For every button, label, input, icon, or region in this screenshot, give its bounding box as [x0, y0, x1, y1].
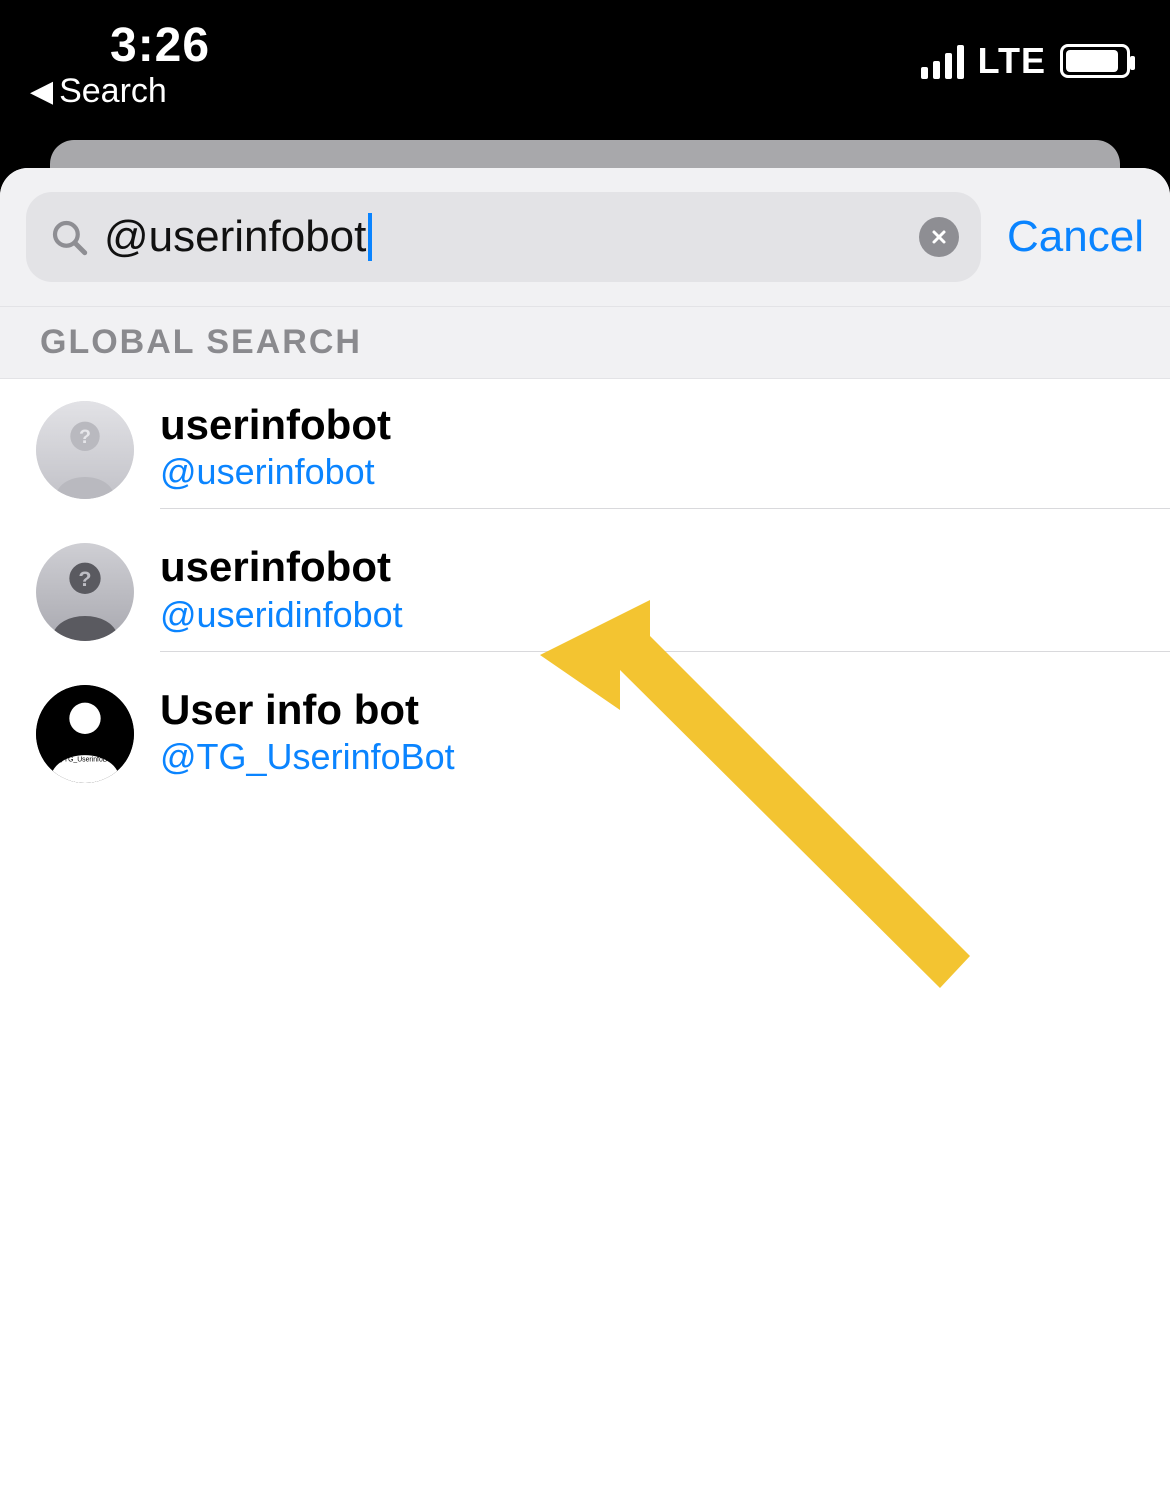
avatar: @TG_UserinfoBot [36, 685, 134, 783]
search-header: @userinfobot Cancel [0, 168, 1170, 307]
result-name: User info bot [160, 686, 1150, 734]
search-icon [48, 216, 90, 258]
cellular-signal-icon [921, 43, 964, 79]
text-caret [368, 213, 372, 261]
search-result-row[interactable]: ? userinfobot @userinfobot [0, 379, 1170, 521]
clear-search-button[interactable] [919, 217, 959, 257]
back-caret-icon: ◀ [30, 77, 53, 107]
avatar: ? [36, 543, 134, 641]
search-results: ? userinfobot @userinfobot [0, 379, 1170, 805]
search-input[interactable]: @userinfobot [104, 192, 905, 282]
result-name: userinfobot [160, 543, 1150, 591]
close-icon [929, 227, 949, 247]
result-handle: @TG_UserinfoBot [160, 734, 1150, 779]
result-handle: @userinfobot [160, 449, 1150, 494]
avatar: ? [36, 401, 134, 499]
status-bar: 3:26 LTE ◀ Search [0, 0, 1170, 115]
svg-text:?: ? [78, 567, 91, 592]
global-search-section-header: GLOBAL SEARCH [0, 307, 1170, 379]
network-label: LTE [978, 40, 1046, 82]
status-right: LTE [921, 40, 1130, 82]
battery-icon [1060, 44, 1130, 78]
status-time: 3:26 [110, 18, 210, 73]
search-field[interactable]: @userinfobot [26, 192, 981, 282]
avatar-placeholder-icon: ? [36, 543, 134, 641]
search-input-value: @userinfobot [104, 212, 366, 262]
search-result-row[interactable]: ? userinfobot @useridinfobot [0, 521, 1170, 663]
cancel-button[interactable]: Cancel [1007, 212, 1144, 262]
search-result-row[interactable]: @TG_UserinfoBot User info bot @TG_Userin… [0, 664, 1170, 805]
avatar-caption: @TG_UserinfoBot [57, 757, 113, 764]
svg-text:?: ? [79, 426, 91, 448]
avatar-placeholder-icon: ? [36, 401, 134, 499]
result-text: userinfobot @userinfobot [160, 391, 1170, 509]
search-sheet: @userinfobot Cancel GLOBAL SEARCH [0, 168, 1170, 1507]
screen: 3:26 LTE ◀ Search @userinfobot [0, 0, 1170, 1507]
result-text: userinfobot @useridinfobot [160, 533, 1170, 651]
result-text: User info bot @TG_UserinfoBot [160, 676, 1170, 793]
back-to-app-button[interactable]: ◀ Search [30, 72, 167, 111]
avatar-person-icon: @TG_UserinfoBot [36, 685, 134, 783]
result-name: userinfobot [160, 401, 1150, 449]
back-label: Search [59, 72, 167, 111]
result-handle: @useridinfobot [160, 592, 1150, 637]
